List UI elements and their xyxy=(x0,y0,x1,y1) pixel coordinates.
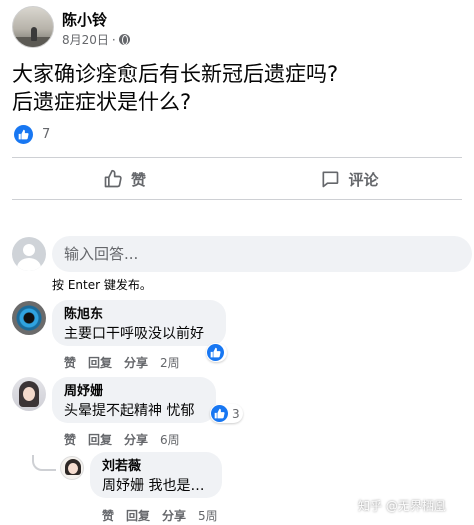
comment-bubble: 周妤姗 头晕提不起精神 忧郁 xyxy=(52,377,216,423)
post-like-count: 7 xyxy=(42,127,51,142)
comment-share-link[interactable]: 分享 xyxy=(162,507,186,524)
reply-bubble: 刘若薇 周妤姗 我也是… xyxy=(90,452,222,498)
comment-icon xyxy=(322,171,339,188)
comment-reply-link[interactable]: 回复 xyxy=(88,354,112,371)
comment-reply-link[interactable]: 回复 xyxy=(88,431,112,448)
composer-hint: 按 Enter 键发布。 xyxy=(52,278,152,292)
comment-text: 周妤姗 我也是… xyxy=(102,478,205,494)
divider-bottom xyxy=(12,199,462,200)
watermark: 知乎 @无界栖凰 xyxy=(358,499,446,513)
comment-author[interactable]: 周妤姗 xyxy=(64,383,204,401)
comment-text: 主要口干呼吸没以前好 xyxy=(64,326,204,342)
commenter-avatar[interactable] xyxy=(12,377,46,411)
commenter-avatar[interactable] xyxy=(60,456,84,480)
like-icon xyxy=(207,344,224,361)
like-icon xyxy=(211,405,228,422)
comment-input[interactable] xyxy=(52,236,472,272)
comment-time[interactable]: 2周 xyxy=(160,354,180,371)
comment-time[interactable]: 6周 xyxy=(160,431,180,448)
post-action-bar: 赞 评论 xyxy=(12,160,462,198)
comment-reply-link[interactable]: 回复 xyxy=(126,507,150,524)
post-date[interactable]: 8月20日 xyxy=(62,31,109,48)
thumbs-up-outline-icon xyxy=(104,169,122,188)
meta-separator: · xyxy=(111,32,116,47)
post-text-line-1: 大家确诊痊愈后有长新冠后遗症吗? xyxy=(12,62,339,86)
commenter-avatar[interactable] xyxy=(12,301,46,335)
post-meta: 8月20日 · xyxy=(62,31,130,48)
divider-top xyxy=(12,157,462,158)
comment-button-label: 评论 xyxy=(348,170,379,189)
comment-like-link[interactable]: 赞 xyxy=(64,431,76,448)
comment-reaction-count: 3 xyxy=(232,406,240,421)
comment-actions: 赞 回复 分享 5周 xyxy=(102,507,218,524)
post-text-line-2: 后遗症症状是什么? xyxy=(12,90,192,114)
like-icon xyxy=(14,125,33,144)
comment-text: 头晕提不起精神 忧郁 xyxy=(64,403,195,419)
post-author-name[interactable]: 陈小铃 xyxy=(62,9,107,30)
comment-author[interactable]: 陈旭东 xyxy=(64,306,214,324)
comment-actions: 赞 回复 分享 2周 xyxy=(64,354,180,371)
comment-share-link[interactable]: 分享 xyxy=(124,431,148,448)
post-reactions[interactable]: 7 xyxy=(14,125,50,144)
comment-time[interactable]: 5周 xyxy=(198,507,218,524)
comment-bubble: 陈旭东 主要口干呼吸没以前好 xyxy=(52,300,226,346)
comment-button[interactable]: 评论 xyxy=(237,160,462,198)
comment-actions: 赞 回复 分享 6周 xyxy=(64,431,180,448)
author-avatar[interactable] xyxy=(12,6,54,48)
like-button-label: 赞 xyxy=(130,170,146,189)
user-avatar-placeholder xyxy=(12,237,46,271)
reply-thread-line xyxy=(32,455,56,471)
comment-reaction[interactable]: 3 xyxy=(210,404,243,423)
comment-author[interactable]: 刘若薇 xyxy=(102,458,210,476)
post-body: 大家确诊痊愈后有长新冠后遗症吗? 后遗症症状是什么? xyxy=(12,60,462,116)
comment-reaction[interactable] xyxy=(206,343,227,362)
like-button[interactable]: 赞 xyxy=(12,160,237,198)
comment-like-link[interactable]: 赞 xyxy=(64,354,76,371)
comment-like-link[interactable]: 赞 xyxy=(102,507,114,524)
globe-icon xyxy=(118,34,130,45)
comment-share-link[interactable]: 分享 xyxy=(124,354,148,371)
